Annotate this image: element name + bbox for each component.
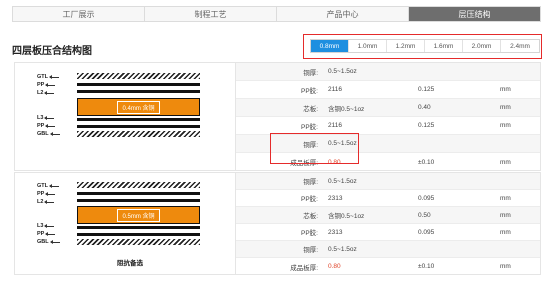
copper-top-layer xyxy=(77,182,200,188)
table-row: 铜厚: 0.5~1.5oz xyxy=(236,241,540,258)
table-row: PP胶: 2116 0.125 mm xyxy=(236,81,540,99)
spec-table-2: 铜厚: 0.5~1.5oz PP胶: 2313 0.095 mm 芯板: 含铜0.5~1o… xyxy=(236,173,540,275)
inner-copper-l3 xyxy=(77,118,200,121)
layer-label-l2: L2 xyxy=(37,199,55,205)
core-board: 0.5mm 含铜 xyxy=(77,206,200,224)
inner-copper-l2 xyxy=(77,199,200,202)
tab-products[interactable]: 产品中心 xyxy=(277,7,409,21)
copper-top-layer xyxy=(77,73,200,79)
thickness-2.0mm-button[interactable]: 2.0mm xyxy=(463,40,501,52)
prepreg-top-layer xyxy=(77,83,200,86)
impedance-caption: 阻抗备选 xyxy=(117,260,143,267)
layer-label-gtl: GTL xyxy=(37,74,59,80)
thickness-0.8mm-button[interactable]: 0.8mm xyxy=(311,40,349,52)
layer-label-pp: PP xyxy=(37,82,56,88)
page-title: 四层板压合结构图 xyxy=(12,46,92,57)
thickness-selector: 0.8mm 1.0mm 1.2mm 1.6mm 2.0mm 2.4mm xyxy=(310,39,540,53)
thickness-1.6mm-button[interactable]: 1.6mm xyxy=(425,40,463,52)
copper-bottom-layer xyxy=(77,239,200,245)
thickness-1.2mm-button[interactable]: 1.2mm xyxy=(387,40,425,52)
layer-label-l3: L3 xyxy=(37,223,55,229)
copper-bottom-layer xyxy=(77,131,200,137)
layer-label-pp-2: PP xyxy=(37,123,56,129)
layer-label-pp: PP xyxy=(37,191,56,197)
layer-label-pp-2: PP xyxy=(37,231,56,237)
finished-thickness-highlight-box xyxy=(270,133,359,164)
table-row: PP胶: 2313 0.095 mm xyxy=(236,190,540,207)
table-row-finished-thickness: 成品板厚: 0.80 ±0.10 mm xyxy=(290,263,511,272)
table-row: PP胶: 2313 0.095 mm xyxy=(236,224,540,241)
layer-label-gbl: GBL xyxy=(37,239,60,245)
stackup-diagram-2: GTL PP L2 L3 PP GBL 0.5mm 含铜 阻抗备选 xyxy=(15,173,236,274)
core-thickness-tag: 0.4mm 含铜 xyxy=(117,100,160,114)
tab-process[interactable]: 制程工艺 xyxy=(145,7,277,21)
table-row: 铜厚: 0.5~1.5oz xyxy=(236,63,540,81)
stackup-panel-2: GTL PP L2 L3 PP GBL 0.5mm 含铜 阻抗备选 铜厚: 0.5… xyxy=(14,172,541,275)
layer-label-l2: L2 xyxy=(37,90,55,96)
table-row: 铜厚: 0.5~1.5oz xyxy=(236,173,540,190)
layer-label-gtl: GTL xyxy=(37,183,59,189)
thickness-1.0mm-button[interactable]: 1.0mm xyxy=(349,40,387,52)
layer-label-gbl: GBL xyxy=(37,131,60,137)
prepreg-bottom-layer xyxy=(77,233,200,236)
prepreg-top-layer xyxy=(77,192,200,195)
thickness-2.4mm-button[interactable]: 2.4mm xyxy=(501,40,539,52)
table-row: 芯板: 含铜0.5~1oz 0.50 mm xyxy=(236,207,540,224)
tab-lamination[interactable]: 层压结构 xyxy=(409,7,540,21)
table-row: 芯板: 含铜0.5~1oz 0.40 mm xyxy=(236,99,540,117)
stackup-diagram-1: GTL PP L2 L3 PP GBL 0.4mm 含铜 xyxy=(15,63,236,170)
finished-thickness-value: 0.80 xyxy=(328,263,341,270)
top-tab-bar: 工厂展示 制程工艺 产品中心 层压结构 xyxy=(12,6,541,22)
inner-copper-l2 xyxy=(77,90,200,93)
core-board: 0.4mm 含铜 xyxy=(77,98,200,116)
core-thickness-tag: 0.5mm 含铜 xyxy=(117,208,160,222)
tab-factory[interactable]: 工厂展示 xyxy=(13,7,145,21)
inner-copper-l3 xyxy=(77,226,200,229)
prepreg-bottom-layer xyxy=(77,125,200,128)
layer-label-l3: L3 xyxy=(37,115,55,121)
